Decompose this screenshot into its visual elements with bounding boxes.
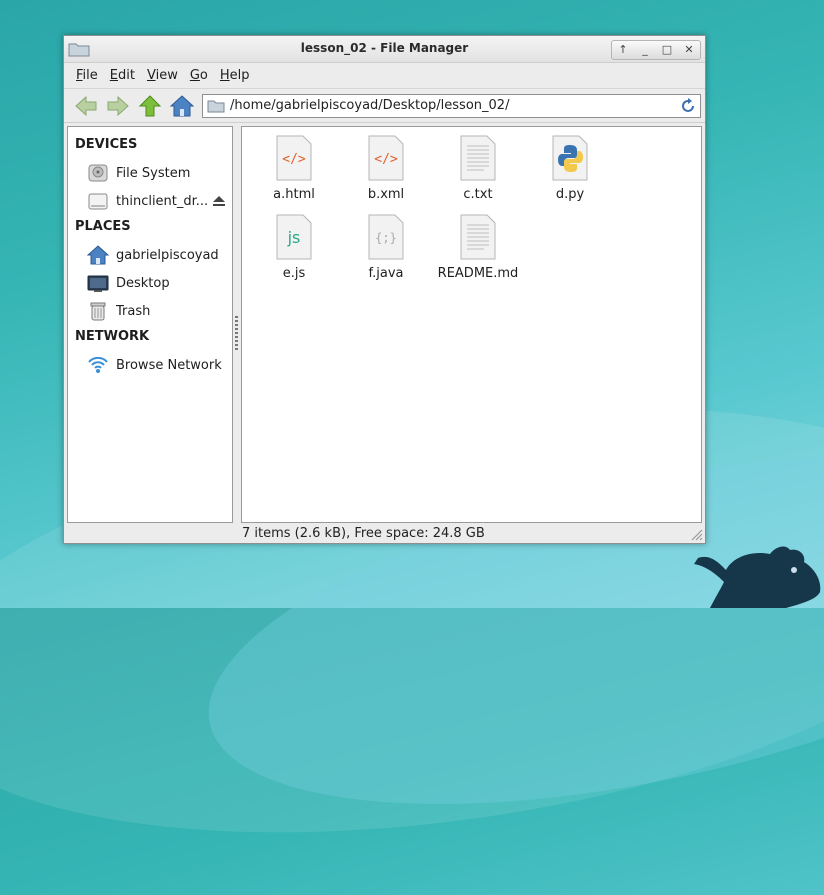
file-name: d.py bbox=[555, 187, 585, 202]
sidebar-item-home[interactable]: gabrielpiscoyad bbox=[68, 241, 232, 269]
desktop-icon bbox=[86, 271, 110, 295]
sidebar-item-label: Browse Network bbox=[116, 357, 222, 373]
file-manager-window: lesson_02 - File Manager ↑ _ □ ✕ File Ed… bbox=[63, 35, 706, 544]
eject-icon[interactable] bbox=[212, 194, 226, 208]
menu-view[interactable]: View bbox=[141, 68, 184, 83]
python-file-icon bbox=[552, 135, 588, 181]
file-item[interactable]: js e.js bbox=[248, 214, 340, 281]
content-area: DEVICES File System thinclient_dr... PLA… bbox=[67, 126, 702, 523]
sidebar-item-browse-network[interactable]: Browse Network bbox=[68, 351, 232, 379]
text-file-icon bbox=[460, 135, 496, 181]
maximize-button[interactable]: □ bbox=[656, 41, 678, 59]
file-item[interactable]: {;} f.java bbox=[340, 214, 432, 281]
file-name: c.txt bbox=[463, 187, 493, 202]
java-file-icon: {;} bbox=[368, 214, 404, 260]
menu-bar: File Edit View Go Help bbox=[64, 63, 705, 89]
shade-button[interactable]: ↑ bbox=[612, 41, 634, 59]
svg-text:js: js bbox=[287, 228, 301, 247]
trash-icon bbox=[86, 299, 110, 323]
harddisk-icon bbox=[86, 161, 110, 185]
sidebar-item-trash[interactable]: Trash bbox=[68, 297, 232, 325]
close-button[interactable]: ✕ bbox=[678, 41, 700, 59]
menu-help[interactable]: Help bbox=[214, 68, 256, 83]
file-name: f.java bbox=[368, 266, 404, 281]
sidebar-item-label: thinclient_dr... bbox=[116, 193, 209, 209]
minimize-button[interactable]: _ bbox=[634, 41, 656, 59]
sidebar-item-desktop[interactable]: Desktop bbox=[68, 269, 232, 297]
icon-grid: </> a.html </> b.xml c.txt d.py js e.js … bbox=[248, 135, 628, 281]
xml-file-icon: </> bbox=[368, 135, 404, 181]
file-item[interactable]: d.py bbox=[524, 135, 616, 202]
svg-text:{;}: {;} bbox=[375, 231, 397, 245]
text-file-icon bbox=[460, 214, 496, 260]
sidebar-item-label: Desktop bbox=[116, 275, 170, 291]
sidebar-item-file-system[interactable]: File System bbox=[68, 159, 232, 187]
menu-file[interactable]: File bbox=[70, 68, 104, 83]
home-icon bbox=[86, 243, 110, 267]
file-item[interactable]: </> b.xml bbox=[340, 135, 432, 202]
html-file-icon: </> bbox=[276, 135, 312, 181]
file-name: a.html bbox=[273, 187, 315, 202]
svg-text:</>: </> bbox=[282, 152, 306, 167]
network-icon bbox=[86, 353, 110, 377]
window-title: lesson_02 - File Manager bbox=[300, 41, 469, 55]
refresh-icon[interactable] bbox=[680, 97, 696, 114]
drive-icon bbox=[86, 189, 110, 213]
file-name: e.js bbox=[282, 266, 306, 281]
xfce-mouse-logo bbox=[694, 546, 821, 608]
splitter-grip[interactable] bbox=[235, 316, 238, 350]
sidebar-item-label: Trash bbox=[116, 303, 151, 319]
file-item[interactable]: </> a.html bbox=[248, 135, 340, 202]
javascript-file-icon: js bbox=[276, 214, 312, 260]
side-pane: DEVICES File System thinclient_dr... PLA… bbox=[67, 126, 233, 523]
sidebar-item-thinclient-drive[interactable]: thinclient_dr... bbox=[68, 187, 232, 215]
svg-text:</>: </> bbox=[374, 152, 398, 167]
file-item[interactable]: README.md bbox=[432, 214, 524, 281]
back-button[interactable] bbox=[70, 92, 102, 120]
section-network: NETWORK bbox=[75, 329, 150, 344]
location-bar[interactable]: /home/gabrielpiscoyad/Desktop/lesson_02/ bbox=[202, 93, 701, 118]
back-arrow-icon bbox=[75, 95, 97, 116]
section-devices: DEVICES bbox=[75, 137, 138, 152]
status-bar: 7 items (2.6 kB), Free space: 24.8 GB bbox=[242, 526, 485, 541]
file-view: </> a.html </> b.xml c.txt d.py js e.js … bbox=[241, 126, 702, 523]
folder-icon bbox=[207, 100, 225, 112]
home-icon bbox=[170, 94, 194, 116]
file-name: README.md bbox=[437, 266, 519, 281]
title-bar[interactable]: lesson_02 - File Manager ↑ _ □ ✕ bbox=[64, 36, 705, 63]
resize-grip-icon[interactable] bbox=[689, 527, 703, 541]
forward-arrow-icon bbox=[107, 95, 129, 116]
up-button[interactable] bbox=[134, 92, 166, 120]
forward-button[interactable] bbox=[102, 92, 134, 120]
menu-edit[interactable]: Edit bbox=[104, 68, 141, 83]
file-name: b.xml bbox=[367, 187, 405, 202]
home-button[interactable] bbox=[166, 92, 198, 120]
pane-splitter[interactable] bbox=[233, 126, 241, 523]
sidebar-item-label: gabrielpiscoyad bbox=[116, 247, 219, 263]
menu-go[interactable]: Go bbox=[184, 68, 214, 83]
file-item[interactable]: c.txt bbox=[432, 135, 524, 202]
toolbar: /home/gabrielpiscoyad/Desktop/lesson_02/ bbox=[64, 89, 705, 123]
location-path: /home/gabrielpiscoyad/Desktop/lesson_02/ bbox=[230, 98, 510, 113]
window-controls: ↑ _ □ ✕ bbox=[611, 40, 701, 60]
up-arrow-icon bbox=[138, 94, 162, 116]
section-places: PLACES bbox=[75, 219, 131, 234]
sidebar-item-label: File System bbox=[116, 165, 191, 181]
